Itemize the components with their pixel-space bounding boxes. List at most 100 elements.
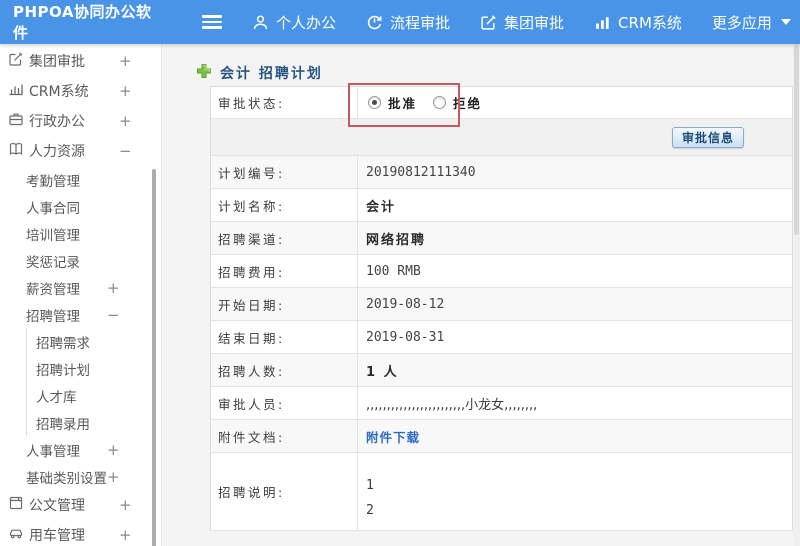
approval-radio-group: 批准 拒绝 [366,93,482,112]
field-label: 计划编号: [211,156,358,188]
approval-info-button[interactable]: 审批信息 [672,126,745,148]
field-value: 100 RMB [366,263,421,279]
hamburger-menu-icon[interactable] [202,15,222,29]
field-value: 会计 [366,199,397,215]
briefcase-icon [8,111,24,131]
expand-plus-icon[interactable]: + [119,52,132,70]
expand-plus-icon[interactable]: + [119,112,132,130]
edit-square-icon [8,51,24,71]
book-icon [8,141,24,161]
sidebar-item-training[interactable]: 培训管理 [0,220,161,247]
sidebar-item-recruit-demand[interactable]: 招聘需求 [27,328,161,355]
chart-icon [594,14,611,31]
nav-label: 个人办公 [276,13,337,32]
field-label: 附件文档: [211,420,358,452]
radio-reject[interactable]: 拒绝 [433,93,482,112]
sidebar-item-label: 薪资管理 [26,281,80,298]
nav-more-apps[interactable]: 更多应用 [712,12,791,33]
sidebar-item-recruit-plan[interactable]: 招聘计划 [27,355,161,382]
sidebar-item-crm-system[interactable]: CRM系统 + [0,76,161,106]
field-label: 招聘费用: [211,255,358,287]
sidebar-item-label: 考勤管理 [26,173,80,190]
nav-group-approval[interactable]: 集团审批 [480,12,564,33]
expand-plus-icon[interactable]: + [107,441,120,459]
expand-plus-icon[interactable]: + [107,468,120,486]
field-value: ,,,,,,,,,,,,,,,,,,,,,,,,小龙女,,,,,,,, [366,397,538,413]
car-icon [8,525,24,545]
nav-personal-office[interactable]: 个人办公 [252,12,336,33]
field-label: 结束日期: [211,321,358,353]
field-value: 网络招聘 [366,232,427,248]
person-icon [252,14,269,31]
field-label: 审批状态: [211,87,358,118]
content-scrollbar[interactable] [793,44,800,546]
sidebar-item-vehicle-mgmt[interactable]: 用车管理 + [0,520,161,546]
sidebar-item-label: 人力资源 [29,144,85,160]
document-icon [8,495,24,515]
field-label: 招聘人数: [211,354,358,386]
field-value: 2019-08-31 [366,329,445,345]
sidebar-item-salary[interactable]: 薪资管理 + [0,274,161,301]
sidebar-item-label: 公文管理 [29,498,85,514]
field-label: 招聘说明: [211,453,358,530]
attachment-download-link[interactable]: 附件下载 [366,427,420,446]
radio-approve[interactable]: 批准 [368,93,417,112]
sidebar-item-label: 人事合同 [26,200,80,217]
sidebar-item-document-mgmt[interactable]: 公文管理 + [0,490,161,520]
sidebar-item-label: 人才库 [36,389,77,406]
app-window: PHPOA协同办公软件 个人办公 流程审批 集团审批 CRM系统 更多应用 集团… [0,0,800,546]
radio-label: 拒绝 [453,96,483,111]
sidebar-item-label: 招聘计划 [36,362,90,379]
sidebar-scrollbar[interactable] [152,169,156,546]
expand-plus-icon[interactable]: + [119,82,132,100]
expand-plus-icon[interactable]: + [107,279,120,297]
field-row-description: 招聘说明: 1 2 [211,453,792,531]
field-label: 计划名称: [211,189,358,221]
sidebar-item-base-category[interactable]: 基础类别设置 + [0,463,161,490]
nav-process-approval[interactable]: 流程审批 [366,12,450,33]
nav-label: 集团审批 [504,13,565,32]
recruit-submenu: 招聘需求 招聘计划 人才库 招聘录用 [26,328,161,436]
sidebar-item-label: 招聘需求 [36,335,90,352]
field-row-headcount: 招聘人数: 1 人 [211,354,792,387]
sidebar-item-hr-contract[interactable]: 人事合同 [0,193,161,220]
sidebar-item-label: CRM系统 [29,84,89,100]
sidebar-item-rewards[interactable]: 奖惩记录 [0,247,161,274]
nav-crm-system[interactable]: CRM系统 [594,12,682,33]
sidebar-item-talent-pool[interactable]: 人才库 [27,382,161,409]
field-row-plan-number: 计划编号: 20190812111340 [211,156,792,189]
bar-chart-icon [8,81,24,101]
sidebar-item-admin-office[interactable]: 行政办公 + [0,106,161,136]
main-content: 会计 招聘计划 审批状态: 批准 拒绝 审批信息 计划编号: 201908121… [162,44,800,546]
expand-plus-icon[interactable]: + [119,496,132,514]
sidebar-item-recruit-mgmt[interactable]: 招聘管理 − [0,301,161,328]
edit-icon [480,14,497,31]
collapse-minus-icon[interactable]: − [119,142,132,160]
sidebar-item-human-resources[interactable]: 人力资源 − [0,136,161,166]
field-row-end-date: 结束日期: 2019-08-31 [211,321,792,354]
page-title: 会计 招聘计划 [220,65,323,82]
field-row-start-date: 开始日期: 2019-08-12 [211,288,792,321]
collapse-minus-icon[interactable]: − [107,306,120,324]
field-row-approvers: 审批人员: ,,,,,,,,,,,,,,,,,,,,,,,,小龙女,,,,,,,… [211,387,792,420]
app-title: PHPOA协同办公软件 [13,3,152,42]
field-row-recruit-channel: 招聘渠道: 网络招聘 [211,222,792,255]
radio-button-icon[interactable] [368,96,381,109]
recruit-plan-form: 审批状态: 批准 拒绝 审批信息 计划编号: 20190812111340 计划… [210,86,793,531]
sidebar-item-recruit-hire[interactable]: 招聘录用 [27,409,161,436]
sidebar-item-personnel-mgmt[interactable]: 人事管理 + [0,436,161,463]
expand-plus-icon[interactable]: + [119,526,132,544]
field-label: 审批人员: [211,387,358,419]
sidebar-menu: 集团审批 + CRM系统 + 行政办公 + 人力资源 − 考勤管理 人事合同 培… [0,44,162,546]
sidebar-item-label: 集团审批 [29,54,85,70]
description-cell: 1 2 [358,453,792,530]
plus-icon [196,63,212,83]
description-line: 2 [366,503,374,518]
caret-down-icon [780,19,791,25]
sidebar-item-group-approval[interactable]: 集团审批 + [0,46,161,76]
process-icon [366,14,383,31]
sidebar-item-attendance[interactable]: 考勤管理 [0,166,161,193]
page-title-bar: 会计 招聘计划 [162,44,800,86]
radio-button-icon[interactable] [433,96,447,109]
nav-label: 流程审批 [390,13,451,32]
